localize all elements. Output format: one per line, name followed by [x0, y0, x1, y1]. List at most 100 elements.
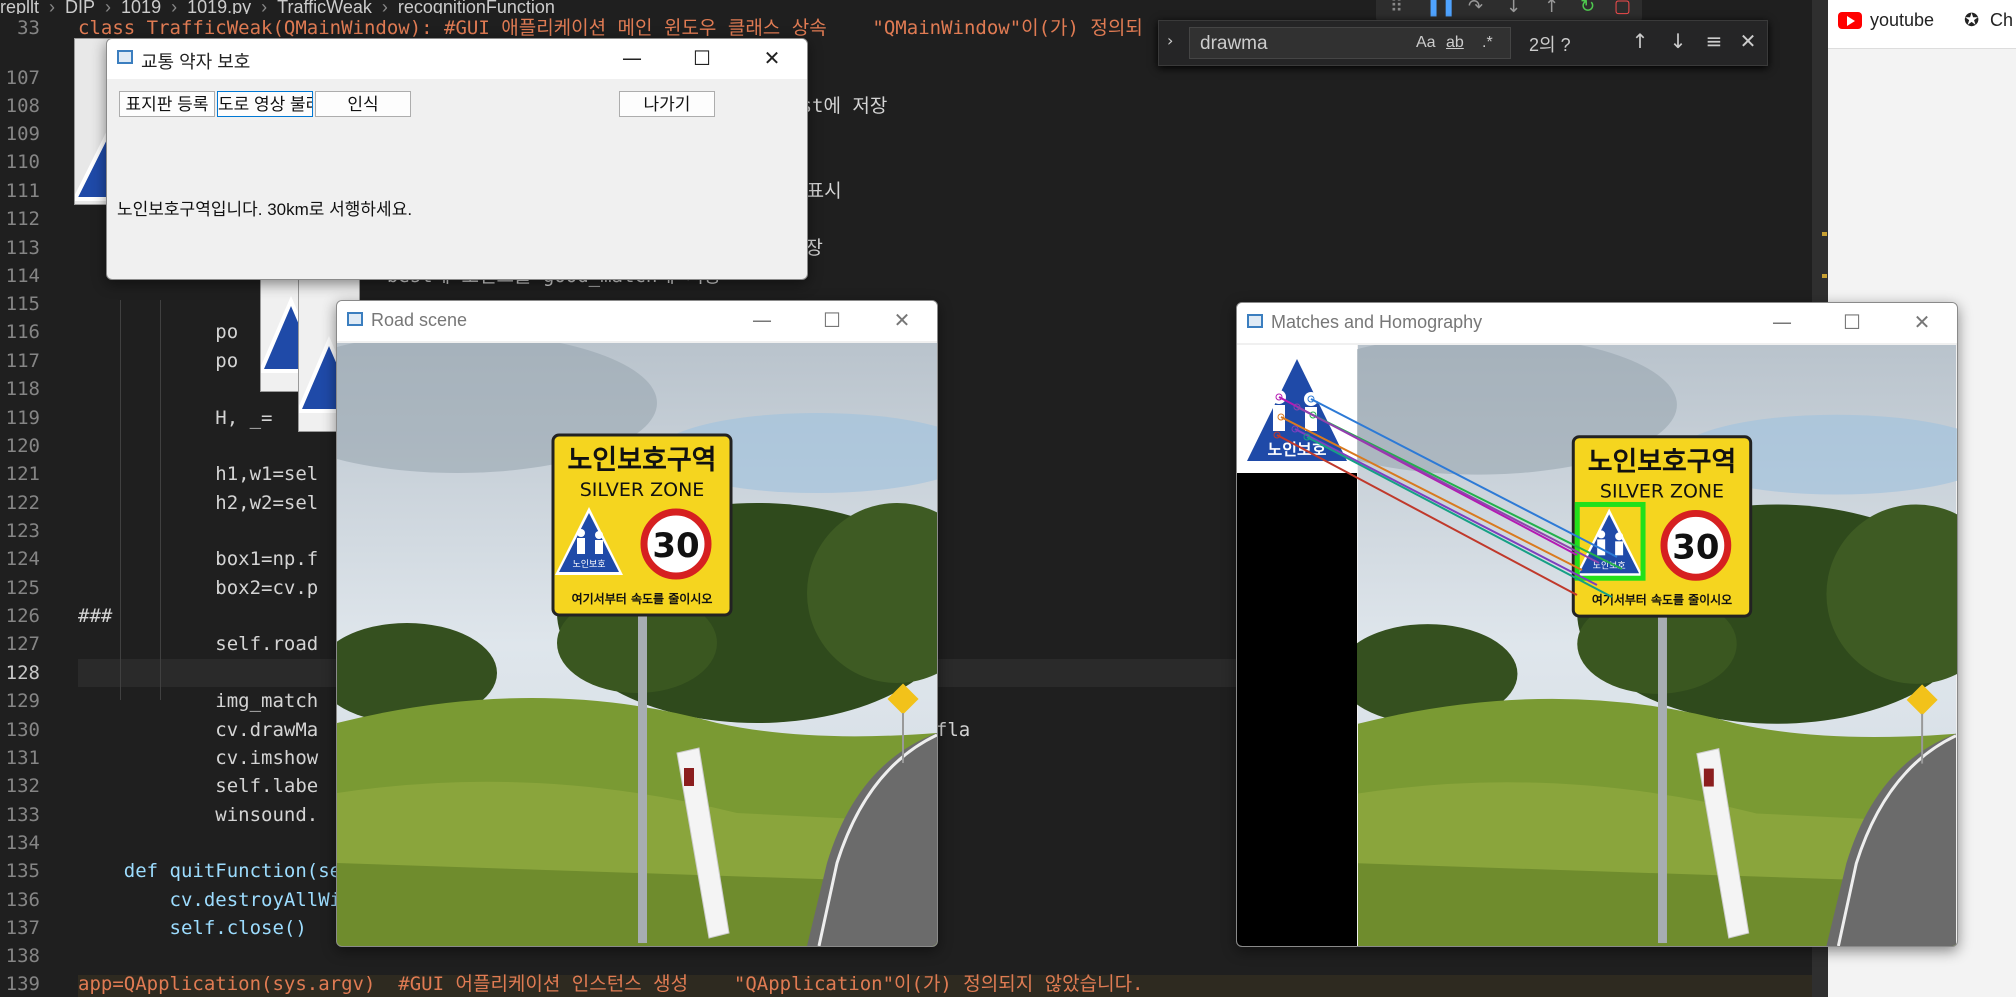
- youtube-icon[interactable]: [1838, 12, 1862, 29]
- line-number: 114: [5, 265, 40, 287]
- title-bar[interactable]: Road scene — ☐ ✕: [337, 301, 937, 341]
- line-number: 132: [5, 775, 40, 797]
- scroll-marker: [1822, 274, 1827, 278]
- exit-button[interactable]: 나가기: [619, 91, 715, 117]
- line-number: 122: [5, 492, 40, 514]
- pictogram-body: [577, 538, 585, 554]
- line-number: 125: [5, 577, 40, 599]
- code-text: self.close() #: [78, 917, 364, 939]
- close-find-button[interactable]: ✕: [1735, 29, 1761, 53]
- breadcrumb-separator: ›: [381, 0, 388, 14]
- breadcrumb-separator: ›: [49, 0, 56, 14]
- step-into-icon[interactable]: ↓: [1506, 0, 1521, 17]
- feature-match-line: [1280, 416, 1583, 571]
- window-title: Matches and Homography: [1271, 312, 1483, 332]
- window-title: 교통 약자 보호: [141, 52, 251, 72]
- window-title: Road scene: [371, 310, 468, 330]
- find-in-selection-button[interactable]: ≡: [1701, 29, 1727, 53]
- match-count: 2의 ?: [1529, 35, 1571, 55]
- find-input[interactable]: drawma Aa ab .*: [1189, 27, 1511, 59]
- speed-limit-value: 30: [652, 526, 699, 566]
- bookmark-youtube[interactable]: youtube: [1870, 10, 1934, 31]
- line-number: 121: [5, 463, 40, 485]
- maximize-button[interactable]: ☐: [687, 45, 717, 71]
- pause-icon[interactable]: ❚❚: [1426, 0, 1456, 17]
- line-number: 110: [5, 151, 40, 173]
- result-label: 노인보호구역입니다. 30km로 서행하세요.: [117, 200, 413, 219]
- close-button[interactable]: ✕: [1907, 309, 1937, 335]
- line-number: 127: [5, 633, 40, 655]
- line-number: 120: [5, 435, 40, 457]
- line-number: 112: [5, 208, 40, 230]
- pictogram-head: [595, 531, 603, 539]
- restart-icon[interactable]: ↻: [1580, 0, 1595, 17]
- load-road-button[interactable]: 도로 영상 불러: [217, 91, 313, 117]
- line-number: 129: [5, 690, 40, 712]
- breadcrumb[interactable]: repllt › DIP › 1019 › 1019.py › TrafficWeak › reco…: [0, 0, 1400, 14]
- line-number: 134: [5, 832, 40, 854]
- line-number: 107: [5, 67, 40, 89]
- app-icon: [1247, 314, 1263, 328]
- minimize-button[interactable]: —: [747, 307, 777, 333]
- match-lines-overlay: [1273, 393, 1623, 598]
- breadcrumb-item[interactable]: 1019.py: [187, 0, 251, 14]
- match-case-toggle[interactable]: Aa: [1416, 34, 1436, 52]
- pictogram-body: [595, 540, 603, 554]
- close-button[interactable]: ✕: [757, 45, 787, 71]
- code-text: cv.destroyAllWind: [78, 889, 364, 911]
- whole-word-toggle[interactable]: ab: [1446, 34, 1464, 52]
- bookmark-chat[interactable]: Ch: [1990, 10, 2013, 31]
- next-match-button[interactable]: ↓: [1665, 29, 1691, 53]
- breadcrumb-item[interactable]: TrafficWeak: [277, 0, 372, 14]
- breadcrumb-item[interactable]: DIP: [65, 0, 95, 14]
- line-number: 137: [5, 917, 40, 939]
- code-line[interactable]: 139 app=QApplication(sys.argv) #GUI 어플리케이…: [0, 970, 1828, 997]
- step-out-icon[interactable]: ↑: [1544, 0, 1559, 17]
- line-number: 131: [5, 747, 40, 769]
- line-number: 119: [5, 407, 40, 429]
- maximize-button[interactable]: ☐: [817, 307, 847, 333]
- line-number: 124: [5, 548, 40, 570]
- line-number: 136: [5, 889, 40, 911]
- line-number: 113: [5, 237, 40, 259]
- title-bar[interactable]: Matches and Homography — ☐ ✕: [1237, 303, 1957, 343]
- maximize-button[interactable]: ☐: [1837, 309, 1867, 335]
- close-button[interactable]: ✕: [887, 307, 917, 333]
- stop-icon[interactable]: ▢: [1614, 0, 1631, 17]
- sign-title: 노인보호구역: [567, 445, 716, 476]
- bookmarks-bar: youtube ✪ Ch: [1828, 0, 2016, 49]
- breadcrumb-item[interactable]: repllt: [0, 0, 39, 14]
- breadcrumb-separator: ›: [105, 0, 112, 14]
- find-input-value: drawma: [1200, 33, 1268, 54]
- debug-toolbar: ⠿ ❚❚ ↷ ↓ ↑ ↻ ▢: [1376, 0, 1642, 22]
- breadcrumb-item[interactable]: 1019: [121, 0, 161, 14]
- regex-toggle[interactable]: .*: [1482, 34, 1493, 52]
- drag-handle-icon[interactable]: ⠿: [1390, 0, 1403, 17]
- code-text: class TrafficWeak(QMainWindow): #GUI 애플리…: [78, 17, 1143, 39]
- toggle-replace-icon[interactable]: ›: [1167, 31, 1173, 50]
- app-icon: [347, 312, 363, 326]
- line-number: 139: [5, 973, 40, 995]
- minimize-button[interactable]: —: [1767, 309, 1797, 335]
- line-number: 130: [5, 719, 40, 741]
- find-widget: › drawma Aa ab .* 2의 ? ↑ ↓ ≡ ✕: [1158, 20, 1768, 66]
- recognize-button[interactable]: 인식: [315, 91, 411, 117]
- register-sign-button[interactable]: 표지판 등록: [119, 91, 215, 117]
- title-bar[interactable]: 교통 약자 보호 — ☐ ✕: [107, 39, 807, 79]
- breadcrumb-item[interactable]: recognitionFunction: [398, 0, 555, 14]
- line-number: 135: [5, 860, 40, 882]
- line-number: 118: [5, 378, 40, 400]
- road-scene-window: Road scene — ☐ ✕ 노인보호구역 SILVER ZONE 노인보호 30…: [336, 300, 938, 947]
- chatgpt-icon[interactable]: ✪: [1964, 10, 1979, 31]
- previous-match-button[interactable]: ↑: [1627, 29, 1653, 53]
- scroll-marker: [1822, 232, 1827, 236]
- sign-subtitle: SILVER ZONE: [580, 479, 705, 501]
- code-text: def quitFunction(self: [78, 860, 364, 882]
- breadcrumb-separator: ›: [261, 0, 268, 14]
- main-dialog-window: 교통 약자 보호 — ☐ ✕ 표지판 등록 도로 영상 불러 인식 나가기 노인…: [106, 38, 808, 280]
- line-number: 115: [5, 293, 40, 315]
- step-over-icon[interactable]: ↷: [1468, 0, 1483, 17]
- feature-match-line: [1294, 428, 1598, 586]
- minimize-button[interactable]: —: [617, 45, 647, 71]
- sign-icon-label: 노인보호: [572, 559, 605, 570]
